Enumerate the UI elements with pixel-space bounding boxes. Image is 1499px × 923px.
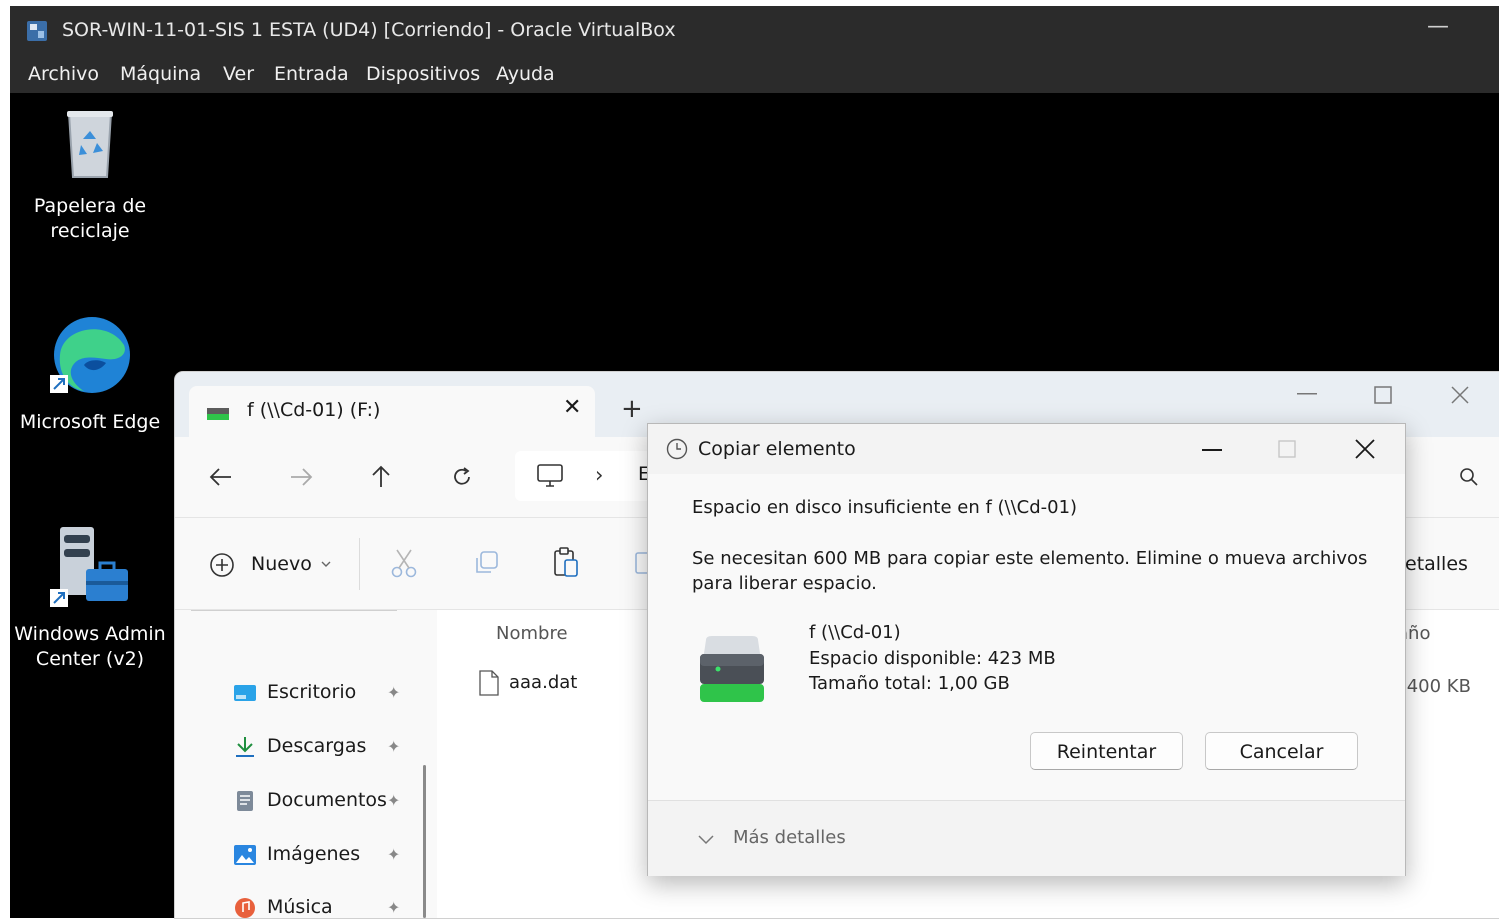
nav-item-label: Documentos xyxy=(267,789,387,811)
nav-item-descargas[interactable]: Descargas ✦ xyxy=(231,732,431,762)
nav-item-documentos[interactable]: Documentos ✦ xyxy=(231,786,431,816)
chevron-down-icon xyxy=(698,835,714,845)
nav-item-label: Imágenes xyxy=(267,843,361,865)
dialog-message-line1: Se necesitan 600 MB para copiar este ele… xyxy=(692,548,1368,569)
dialog-close-icon[interactable] xyxy=(1355,439,1375,459)
dialog-message-line2: para liberar espacio. xyxy=(692,573,877,594)
drive-total-size: Tamaño total: 1,00 GB xyxy=(809,673,1010,694)
virtualbox-menu-bar: Archivo Máquina Ver Entrada Dispositivos… xyxy=(10,57,1499,93)
dialog-title: Copiar elemento xyxy=(698,438,856,460)
drive-name: f (\\Cd-01) xyxy=(809,622,901,643)
details-pane-button[interactable]: etalles xyxy=(1405,553,1468,575)
explorer-maximize-icon[interactable] xyxy=(1374,386,1392,404)
new-button[interactable]: Nuevo xyxy=(207,548,337,582)
desktop-icon-windows-admin-center[interactable]: Windows Admin Center (v2) xyxy=(10,525,170,672)
documents-icon xyxy=(237,791,253,811)
search-icon[interactable] xyxy=(1459,467,1479,487)
navigation-pane: Escritorio ✦ Descargas ✦ Documentos ✦ Im… xyxy=(175,610,437,918)
plus-circle-icon xyxy=(210,553,234,577)
dialog-minimize-icon[interactable] xyxy=(1202,449,1222,451)
paste-icon[interactable] xyxy=(553,546,579,578)
copy-icon[interactable] xyxy=(473,550,499,576)
desktop-icon-label: Windows Admin Center (v2) xyxy=(14,623,166,670)
nav-item-escritorio[interactable]: Escritorio ✦ xyxy=(231,678,431,708)
virtualbox-icon xyxy=(27,21,47,41)
file-size: .400 KB xyxy=(1401,676,1471,697)
menu-ayuda[interactable]: Ayuda xyxy=(496,63,555,85)
windows-admin-center-icon xyxy=(50,527,128,607)
drive-free-space: Espacio disponible: 423 MB xyxy=(809,648,1056,669)
retry-button[interactable]: Reintentar xyxy=(1030,732,1183,770)
up-arrow-icon[interactable] xyxy=(371,465,391,489)
dialog-footer: Más detalles xyxy=(648,800,1405,876)
edge-icon xyxy=(50,317,130,393)
pictures-icon xyxy=(234,845,256,865)
rename-icon[interactable] xyxy=(635,552,647,574)
nav-item-imagenes[interactable]: Imágenes ✦ xyxy=(231,840,431,870)
more-details-label: Más detalles xyxy=(733,827,846,848)
nav-item-label: Música xyxy=(267,896,333,918)
chevron-down-icon xyxy=(321,561,331,567)
dialog-title-bar: Copiar elemento xyxy=(648,424,1405,474)
new-tab-button[interactable]: + xyxy=(621,394,643,424)
desktop-icon-recycle-bin[interactable]: Papelera de reciclaje xyxy=(10,109,170,244)
refresh-icon[interactable] xyxy=(451,466,473,488)
minimize-button[interactable]: — xyxy=(1427,14,1449,39)
tab-close-icon[interactable]: ✕ xyxy=(563,395,581,420)
network-drive-icon xyxy=(207,408,229,420)
menu-archivo[interactable]: Archivo xyxy=(28,63,99,85)
window-title: SOR-WIN-11-01-SIS 1 ESTA (UD4) [Corriend… xyxy=(62,19,676,41)
copy-item-dialog: Copiar elemento Espacio en disco insufic… xyxy=(647,423,1406,876)
clock-icon xyxy=(666,438,688,460)
breadcrumb-separator: › xyxy=(595,463,604,487)
cut-icon[interactable] xyxy=(391,548,417,578)
pin-icon: ✦ xyxy=(387,683,401,702)
desktop-folder-icon xyxy=(234,685,256,701)
forward-arrow-icon[interactable] xyxy=(289,467,313,487)
column-header-nombre[interactable]: Nombre xyxy=(496,623,568,644)
cancel-button[interactable]: Cancelar xyxy=(1205,732,1358,770)
new-button-label: Nuevo xyxy=(251,553,312,575)
desktop-icon-edge[interactable]: Microsoft Edge xyxy=(10,315,170,435)
tab-title: f (\\Cd-01) (F:) xyxy=(247,399,381,421)
nav-item-musica[interactable]: Música ✦ xyxy=(231,893,431,923)
file-name: aaa.dat xyxy=(509,672,578,693)
menu-maquina[interactable]: Máquina xyxy=(120,63,201,85)
menu-entrada[interactable]: Entrada xyxy=(274,63,349,85)
nav-item-label: Escritorio xyxy=(267,681,357,703)
desktop-icon-label: Microsoft Edge xyxy=(19,411,161,433)
file-row[interactable]: aaa.dat xyxy=(475,668,675,698)
pin-icon: ✦ xyxy=(387,791,401,810)
dialog-maximize-icon xyxy=(1278,440,1296,458)
file-icon xyxy=(479,670,499,696)
nav-item-label: Descargas xyxy=(267,735,367,757)
hard-drive-icon xyxy=(700,636,764,702)
pin-icon: ✦ xyxy=(387,845,401,864)
explorer-minimize-icon[interactable] xyxy=(1297,392,1317,396)
pin-icon: ✦ xyxy=(387,898,401,917)
nav-divider xyxy=(191,610,397,611)
nav-scrollbar[interactable] xyxy=(423,765,426,918)
menu-ver[interactable]: Ver xyxy=(223,63,254,85)
music-icon xyxy=(235,898,255,918)
pin-icon: ✦ xyxy=(387,737,401,756)
tab-drive-f[interactable]: f (\\Cd-01) (F:) ✕ xyxy=(189,386,595,437)
desktop-icon-label: Papelera de reciclaje xyxy=(33,195,147,242)
dialog-heading: Espacio en disco insuficiente en f (\\Cd… xyxy=(692,497,1078,518)
virtualbox-title-bar: SOR-WIN-11-01-SIS 1 ESTA (UD4) [Corriend… xyxy=(10,6,1499,57)
more-details-toggle[interactable]: Más detalles xyxy=(698,826,898,854)
download-icon xyxy=(236,737,254,757)
explorer-close-icon[interactable] xyxy=(1451,386,1469,404)
back-arrow-icon[interactable] xyxy=(209,467,233,487)
recycle-bin-icon xyxy=(67,111,113,178)
toolbar-divider xyxy=(359,538,360,590)
this-pc-icon xyxy=(537,464,563,487)
menu-dispositivos[interactable]: Dispositivos xyxy=(366,63,480,85)
